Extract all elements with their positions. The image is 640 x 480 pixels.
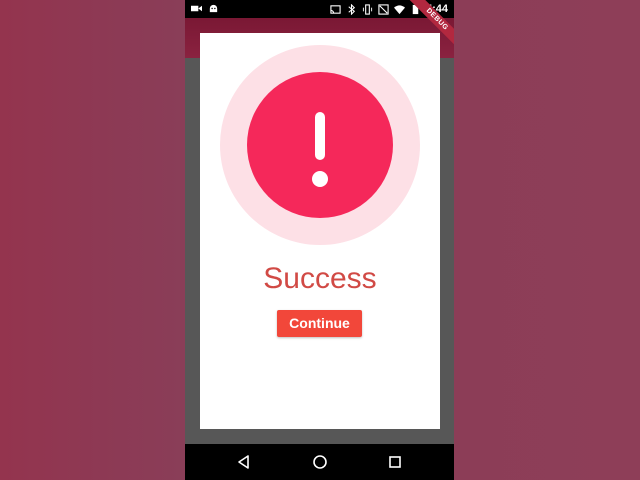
home-icon[interactable] <box>311 453 329 471</box>
navigation-bar <box>185 444 454 480</box>
continue-button[interactable]: Continue <box>277 310 362 337</box>
video-camera-icon <box>191 5 202 12</box>
exclamation-icon <box>247 72 393 218</box>
phone-screen: 5:44 DEBUG Success Continue <box>185 0 454 480</box>
wifi-icon <box>393 4 405 14</box>
back-icon[interactable] <box>235 453 253 471</box>
android-icon <box>209 4 218 13</box>
bluetooth-icon <box>348 3 356 15</box>
dialog-title: Success <box>263 262 377 295</box>
alert-dialog: Success Continue <box>200 33 440 429</box>
cast-icon <box>330 4 341 14</box>
mute-icon <box>378 3 389 15</box>
exclamation-bar <box>315 112 325 160</box>
recents-icon[interactable] <box>386 453 404 471</box>
exclamation-dot <box>312 171 328 187</box>
status-left-icons <box>191 3 219 14</box>
vibrate-icon <box>362 3 373 15</box>
